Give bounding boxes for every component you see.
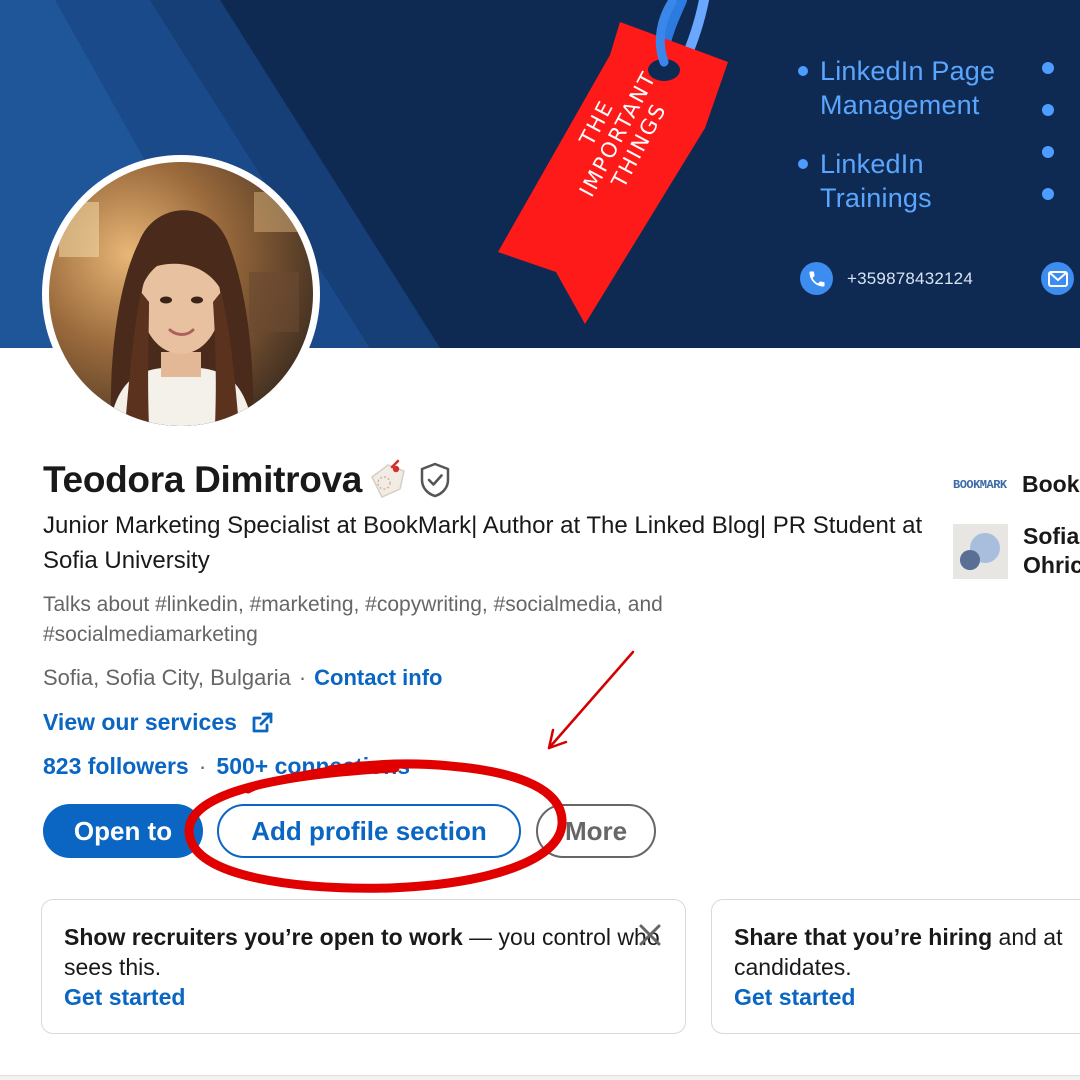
connections-link[interactable]: 500+ connections [216,753,410,780]
school-logo [953,523,1008,579]
profile-location: Sofia, Sofia City, Bulgaria [43,665,291,690]
banner-phone: +359878432124 [800,262,973,295]
banner-list-item: LinkedIn Trainings [798,147,958,215]
label-emoji-icon [371,459,405,498]
phone-icon [800,262,833,295]
banner-list-item: LinkedIn Page Management [798,54,998,122]
separator-dot: · [298,665,307,690]
company-logo: BOOKMARK [953,477,1007,492]
get-started-link[interactable]: Get started [64,982,663,1012]
view-services-link[interactable]: View our services [43,709,237,736]
school-name-line: Ohric [1023,552,1080,578]
more-button[interactable]: More [536,804,656,858]
open-to-work-card: Show recruiters you’re open to work — yo… [41,899,686,1034]
followers-link[interactable]: 823 followers [43,753,189,780]
profile-card: THE IMPORTANT THINGS LinkedIn Page Manag… [0,0,1080,1076]
promo-title: Show recruiters you’re open to work [64,924,463,950]
banner-bullets [1042,62,1054,230]
add-profile-section-button[interactable]: Add profile section [217,804,521,858]
separator-dot: · [198,753,207,779]
avatar-photo [49,162,313,426]
contact-info-link[interactable]: Contact info [314,665,442,691]
hiring-card: Share that you’re hiring and at candidat… [711,899,1080,1034]
verification-shield-icon[interactable] [418,461,452,499]
close-icon[interactable] [637,922,663,948]
profile-headline: Junior Marketing Specialist at BookMark|… [43,512,923,574]
profile-talks-about: Talks about #linkedin, #marketing, #copy… [43,593,663,646]
school-name-line: Sofia [1023,523,1080,549]
phone-number: +359878432124 [847,268,973,288]
location-row: Sofia, Sofia City, Bulgaria · Contact in… [43,665,442,691]
get-started-link[interactable]: Get started [734,982,1080,1012]
banner-services-list: LinkedIn Page Management LinkedIn Traini… [798,54,998,215]
profile-name: Teodora Dimitrova [43,459,363,500]
promo-title: Share that you’re hiring [734,924,993,950]
mail-icon [1041,262,1074,295]
external-link-icon [252,712,273,732]
education[interactable]: Sofia Ohric [953,522,1080,580]
services-row[interactable]: View our services [43,709,275,736]
current-company[interactable]: BOOKMARK Book [953,470,1080,499]
open-to-button[interactable]: Open to [43,804,203,858]
school-name: Sofia Ohric [1023,522,1080,580]
profile-avatar[interactable] [42,155,320,433]
company-name: Book [1022,471,1080,497]
name-row: Teodora Dimitrova [43,459,452,501]
network-row: 823 followers · 500+ connections [43,753,410,780]
